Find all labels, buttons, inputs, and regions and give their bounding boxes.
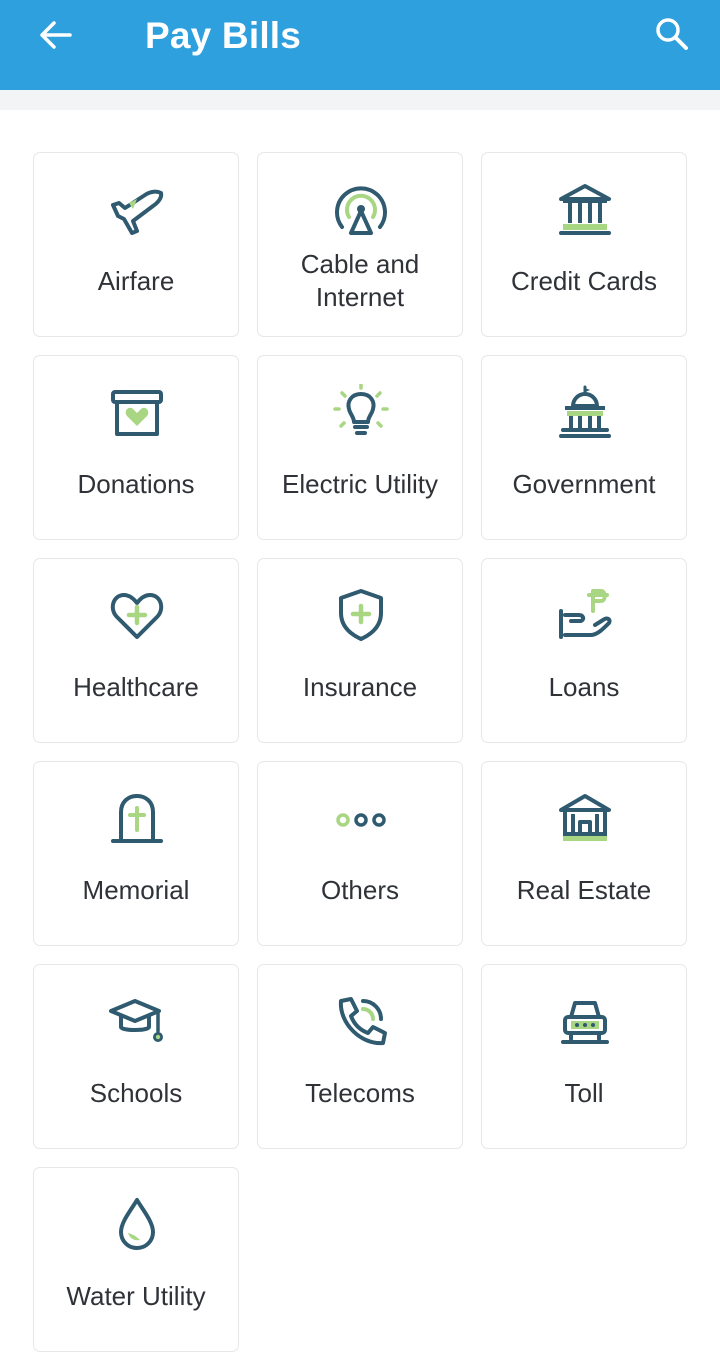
- category-electric-utility[interactable]: Electric Utility: [257, 355, 463, 540]
- antenna-icon: [335, 186, 387, 235]
- category-government[interactable]: Government: [481, 355, 687, 540]
- category-label: Schools: [89, 1078, 183, 1108]
- category-others[interactable]: Others: [257, 761, 463, 946]
- category-cable-internet[interactable]: Cable and Internet: [257, 152, 463, 337]
- hand-peso-icon: [559, 589, 612, 639]
- phone-icon: [338, 997, 387, 1046]
- category-label: Airfare: [97, 266, 175, 296]
- car-icon: [561, 1001, 609, 1044]
- category-schools[interactable]: Schools: [33, 964, 239, 1149]
- category-toll[interactable]: Toll: [481, 964, 687, 1149]
- page-title: Pay Bills: [145, 15, 302, 56]
- category-donations[interactable]: Donations: [33, 355, 239, 540]
- category-label: Healthcare: [73, 672, 199, 702]
- category-airfare[interactable]: Airfare: [33, 152, 239, 337]
- shield-plus-icon: [339, 589, 383, 641]
- category-label: Credit Cards: [511, 266, 657, 296]
- header-divider: [0, 90, 720, 110]
- category-loans[interactable]: Loans: [481, 558, 687, 743]
- category-label: Memorial: [82, 875, 190, 905]
- arrow-left-icon: [40, 21, 72, 49]
- category-water-utility[interactable]: Water Utility: [33, 1167, 239, 1352]
- category-label: Electric Utility: [281, 469, 438, 499]
- category-label: Toll: [564, 1078, 604, 1108]
- donation-box-icon: [111, 390, 163, 436]
- category-label: Government: [512, 469, 656, 499]
- app-bar: Pay Bills: [0, 0, 720, 90]
- category-label: Real Estate: [516, 875, 652, 905]
- back-button[interactable]: [26, 13, 86, 57]
- capitol-building-icon: [559, 385, 611, 438]
- category-label: Loans: [548, 672, 620, 702]
- category-label: Others: [320, 875, 400, 905]
- water-drop-icon: [119, 1198, 155, 1250]
- heart-plus-icon: [110, 593, 164, 639]
- category-insurance[interactable]: Insurance: [257, 558, 463, 743]
- graduation-cap-icon: [109, 999, 163, 1042]
- lightbulb-icon: [333, 384, 389, 435]
- airplane-icon: [111, 189, 164, 235]
- category-label: Cable and Internet: [300, 249, 420, 312]
- search-button[interactable]: [644, 12, 700, 56]
- category-real-estate[interactable]: Real Estate: [481, 761, 687, 946]
- category-credit-cards[interactable]: Credit Cards: [481, 152, 687, 337]
- category-label: Donations: [77, 469, 195, 499]
- house-building-icon: [559, 794, 611, 841]
- category-label: Water Utility: [66, 1281, 206, 1311]
- category-label: Insurance: [302, 672, 418, 702]
- category-telecoms[interactable]: Telecoms: [257, 964, 463, 1149]
- category-label: Telecoms: [305, 1078, 415, 1108]
- tombstone-icon: [111, 793, 163, 843]
- category-healthcare[interactable]: Healthcare: [33, 558, 239, 743]
- category-memorial[interactable]: Memorial: [33, 761, 239, 946]
- more-dots-icon: [336, 813, 386, 827]
- bank-icon: [559, 184, 611, 235]
- search-icon: [656, 18, 688, 50]
